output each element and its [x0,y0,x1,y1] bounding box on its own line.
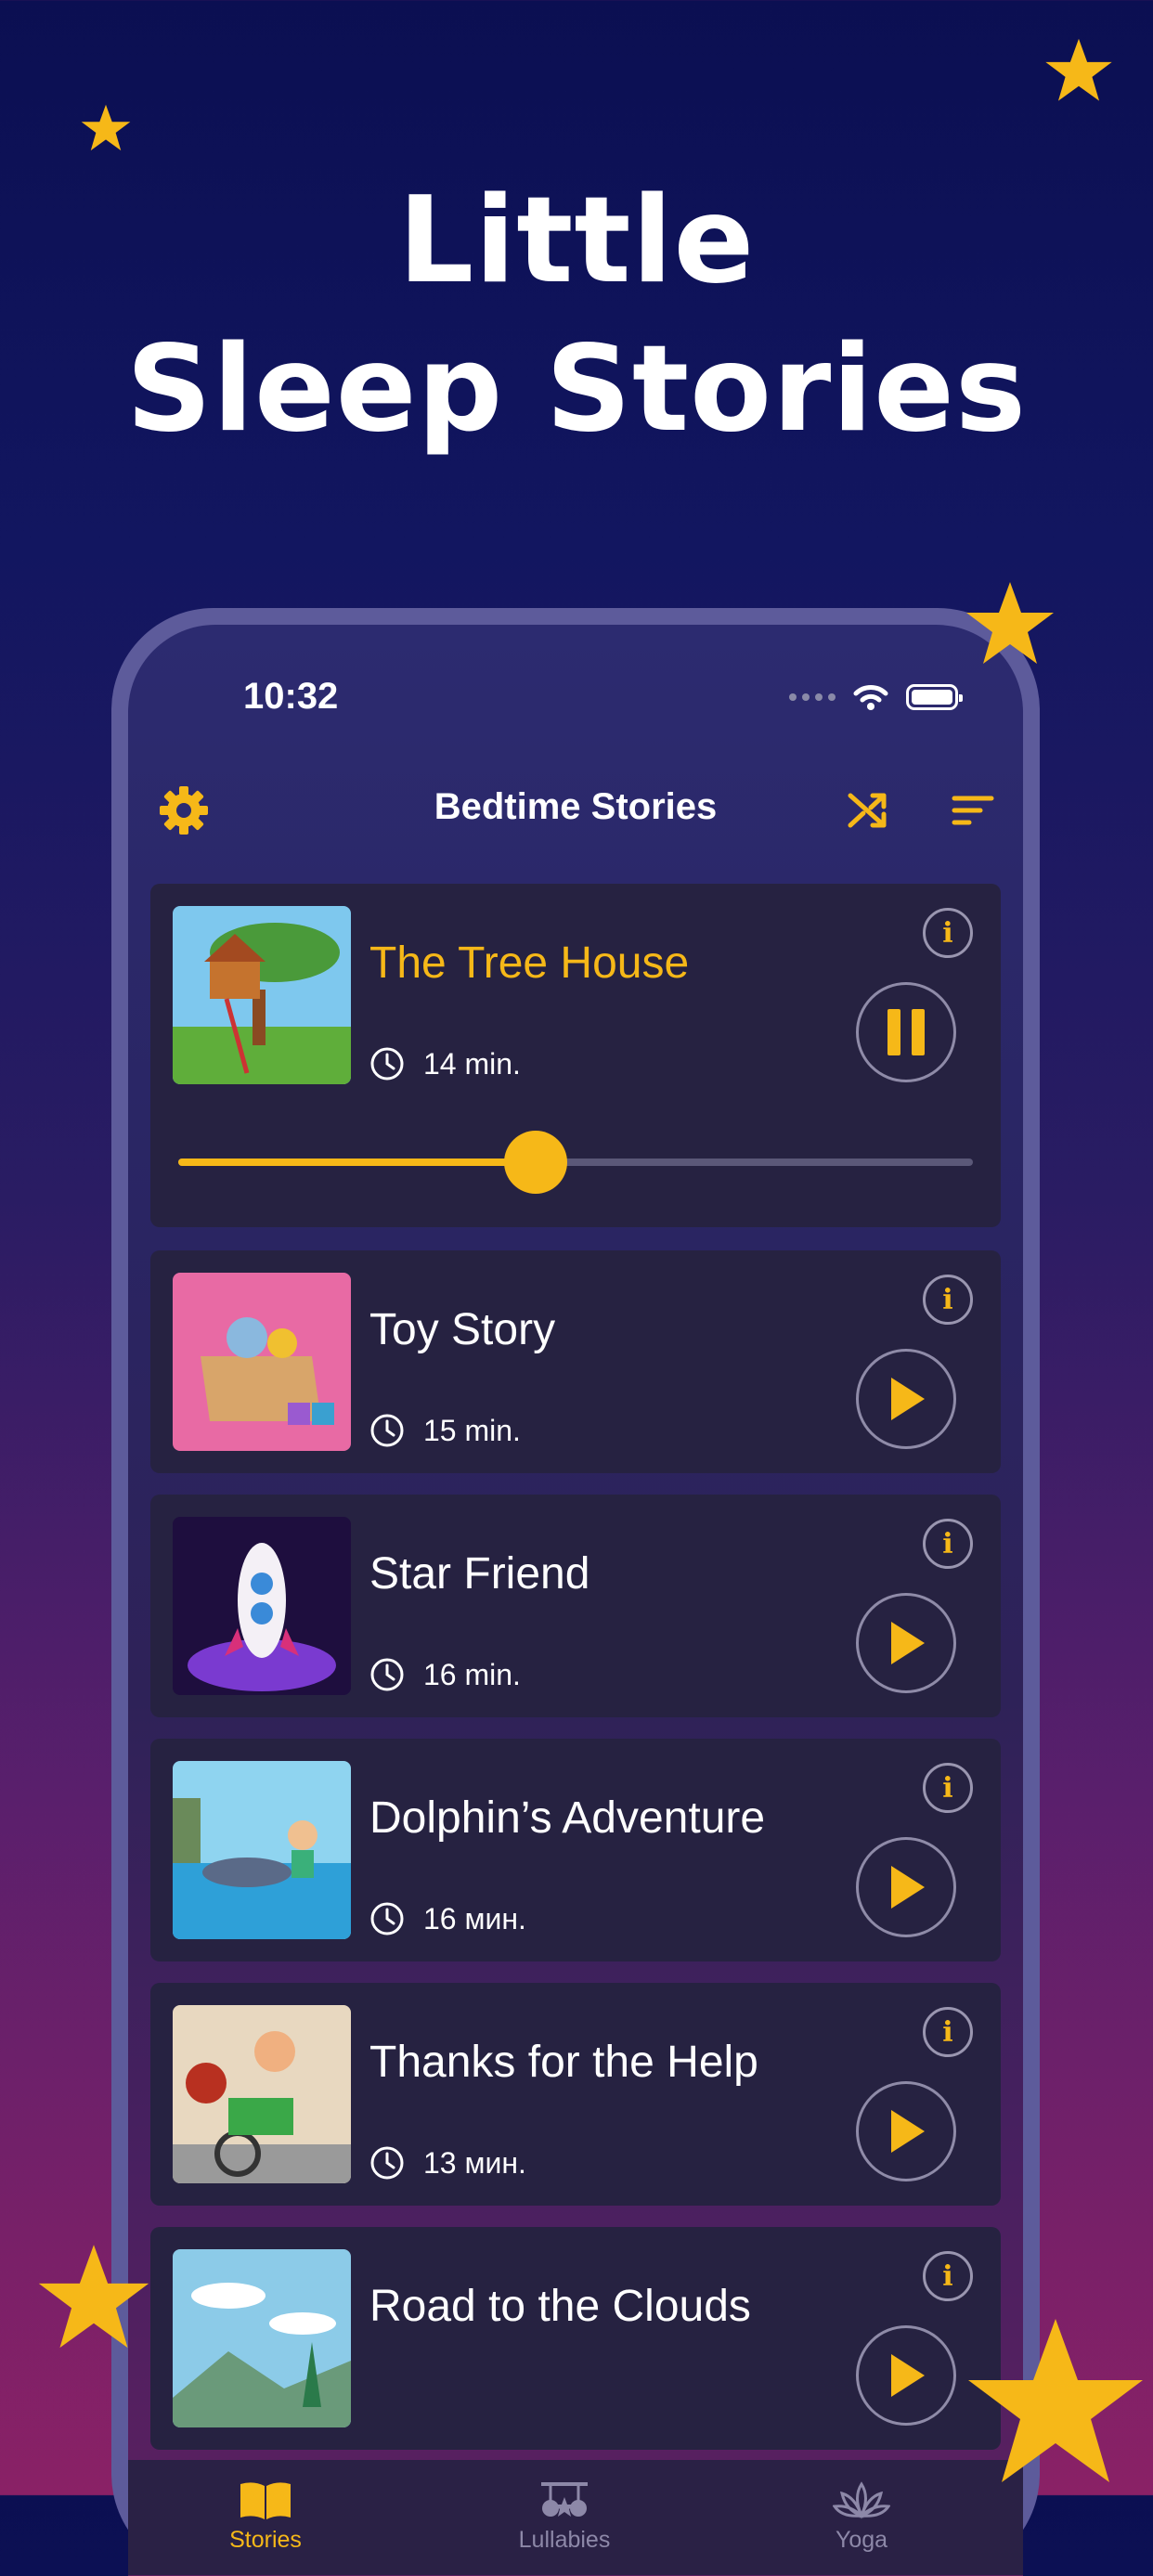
play-icon [891,1622,925,1664]
info-button[interactable]: i [923,2251,973,2301]
story-card-thanks-for-the-help[interactable]: Thanks for the Help 13 мин. i [150,1983,1001,2206]
info-icon: i [942,2259,953,2293]
story-card-tree-house[interactable]: The Tree House 14 min. i [150,884,1001,1227]
tab-label: Yoga [835,2527,888,2553]
play-button[interactable] [856,1593,956,1693]
story-duration: 16 мин. [369,1901,526,1936]
duration-text: 16 min. [423,1657,521,1691]
star-icon [966,582,1054,664]
tab-bar: Stories Lullabies Yoga [128,2460,1023,2575]
info-button[interactable]: i [923,1763,973,1813]
story-thumbnail [173,1761,351,1939]
play-icon [891,2354,925,2397]
tab-label: Stories [229,2527,302,2553]
progress-fill [178,1159,537,1166]
clock-icon [370,2146,404,2180]
story-duration: 14 min. [369,1046,521,1081]
play-button[interactable] [856,2081,956,2181]
info-button[interactable]: i [923,1275,973,1325]
story-title: Thanks for the Help [369,2038,758,2087]
tab-lullabies[interactable]: Lullabies [462,2460,667,2575]
info-icon: i [942,2015,953,2049]
info-button[interactable]: i [923,1519,973,1569]
duration-text: 16 мин. [423,1901,526,1935]
clock-icon [370,1902,404,1935]
story-duration: 15 min. [369,1413,521,1448]
story-card-dolphins-adventure[interactable]: Dolphin’s Adventure 16 мин. i [150,1739,1001,1961]
info-icon: i [942,1527,953,1560]
wifi-icon [853,685,888,710]
clock-icon [370,1658,404,1691]
status-bar: 10:32 [128,676,1023,731]
story-card-star-friend[interactable]: Star Friend 16 min. i [150,1495,1001,1717]
book-icon [240,2482,291,2519]
duration-text: 15 min. [423,1413,521,1447]
story-duration: 13 мин. [369,2145,526,2181]
story-card-toy-story[interactable]: Toy Story 15 min. i [150,1250,1001,1473]
info-icon: i [942,1771,953,1805]
pause-icon [887,1009,925,1055]
play-icon [891,1378,925,1420]
nav-bar: Bedtime Stories [128,773,1023,848]
sort-icon [952,796,994,825]
signal-icon [789,693,836,701]
shuffle-button[interactable] [841,783,897,838]
info-button[interactable]: i [923,908,973,958]
duration-text: 14 min. [423,1046,521,1081]
story-thumbnail [173,1517,351,1695]
pause-button[interactable] [856,982,956,1082]
star-icon [38,2245,149,2349]
lotus-icon [833,2481,890,2519]
play-button[interactable] [856,1349,956,1449]
story-title: Road to the Clouds [369,2282,751,2331]
play-button[interactable] [856,1837,956,1937]
info-icon: i [942,1283,953,1316]
headline-line-1: Little [397,172,756,310]
story-title: Dolphin’s Adventure [369,1793,766,1843]
progress-slider[interactable] [178,1131,973,1194]
clock-icon [370,1047,404,1081]
progress-thumb[interactable] [504,1131,568,1194]
status-icons [789,683,963,711]
headline: Little Sleep Stories [0,167,1153,464]
tab-stories[interactable]: Stories [163,2460,368,2575]
phone-mockup: 10:32 Bedtime Stories The Tree House 14 … [111,608,1040,2576]
story-title: Star Friend [369,1549,590,1599]
app-screen: 10:32 Bedtime Stories The Tree House 14 … [128,625,1023,2576]
status-time: 10:32 [243,676,339,717]
shuffle-icon [848,793,887,828]
story-card-road-to-the-clouds[interactable]: Road to the Clouds i [150,2227,1001,2450]
story-thumbnail [173,906,351,1084]
play-icon [891,2110,925,2153]
star-icon [968,2319,1143,2482]
story-title: The Tree House [369,938,690,988]
battery-icon [906,684,963,710]
play-button[interactable] [856,2325,956,2426]
info-icon: i [942,916,953,950]
story-thumbnail [173,1273,351,1451]
play-icon [891,1866,925,1909]
story-thumbnail [173,2249,351,2427]
tab-label: Lullabies [518,2527,611,2553]
star-icon [1045,38,1112,101]
info-button[interactable]: i [923,2007,973,2057]
duration-text: 13 мин. [423,2145,526,2180]
tab-yoga[interactable]: Yoga [759,2460,964,2575]
story-thumbnail [173,2005,351,2183]
clock-icon [370,1414,404,1447]
story-title: Toy Story [369,1305,556,1354]
story-duration: 16 min. [369,1657,521,1692]
star-icon [81,104,131,151]
headline-line-2: Sleep Stories [125,320,1028,459]
sort-button[interactable] [945,783,1001,838]
mobile-icon [541,2482,588,2517]
